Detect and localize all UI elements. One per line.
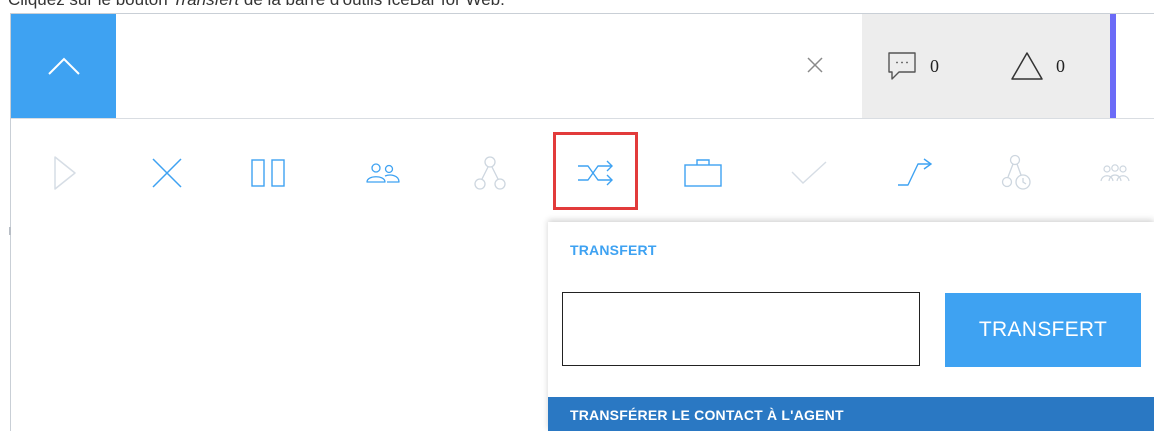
toolbar-divider <box>11 118 1154 119</box>
consult-button[interactable] <box>455 138 525 208</box>
status-area <box>116 14 862 118</box>
forward-icon <box>898 158 933 186</box>
left-panel-edge <box>9 227 11 235</box>
forward-button[interactable] <box>880 138 950 208</box>
caption-prefix: Cliquez sur le bouton <box>8 0 172 9</box>
complete-button[interactable] <box>774 138 844 208</box>
schedule-icon <box>1001 154 1031 190</box>
schedule-callback-button[interactable] <box>982 138 1052 208</box>
transfer-to-agent-section[interactable]: TRANSFÉRER LE CONTACT À L'AGENT <box>548 397 1154 431</box>
pause-icon <box>251 159 285 187</box>
transfer-highlight-box <box>553 132 638 210</box>
messages-counter[interactable]: 0 <box>886 14 939 118</box>
transfer-panel-title: TRANSFERT <box>570 242 657 258</box>
chat-bubble-icon <box>888 52 916 80</box>
topbar-edge <box>1116 14 1154 118</box>
wrapup-button[interactable] <box>668 138 738 208</box>
dismiss-button[interactable] <box>800 50 830 80</box>
caption-suffix: de la barre d'outils IceBar for Web. <box>239 0 505 9</box>
messages-count: 0 <box>930 55 939 76</box>
play-icon <box>54 156 76 190</box>
hold-button[interactable] <box>233 138 303 208</box>
close-icon <box>152 158 182 188</box>
alerts-counter[interactable]: 0 <box>1010 14 1065 118</box>
transfer-target-input[interactable] <box>562 292 920 366</box>
collapse-button[interactable] <box>11 14 116 118</box>
warning-triangle-icon <box>1011 52 1043 80</box>
instruction-caption: Cliquez sur le bouton Transfert de la ba… <box>8 0 505 10</box>
group-icon <box>1100 164 1130 182</box>
close-icon <box>807 57 823 73</box>
caption-button-name: Transfert <box>172 0 239 9</box>
play-button[interactable] <box>30 138 100 208</box>
transfer-submit-button[interactable]: TRANSFERT <box>945 293 1141 367</box>
conference-icon <box>366 163 400 183</box>
briefcase-icon <box>684 159 722 187</box>
hangup-button[interactable] <box>132 138 202 208</box>
alerts-count: 0 <box>1056 55 1065 76</box>
chevron-up-icon <box>47 57 80 75</box>
checkmark-icon <box>791 161 827 184</box>
group-button[interactable] <box>1080 138 1150 208</box>
consult-icon <box>474 156 506 190</box>
counters-area: 0 0 <box>862 14 1110 118</box>
conference-button[interactable] <box>348 138 418 208</box>
